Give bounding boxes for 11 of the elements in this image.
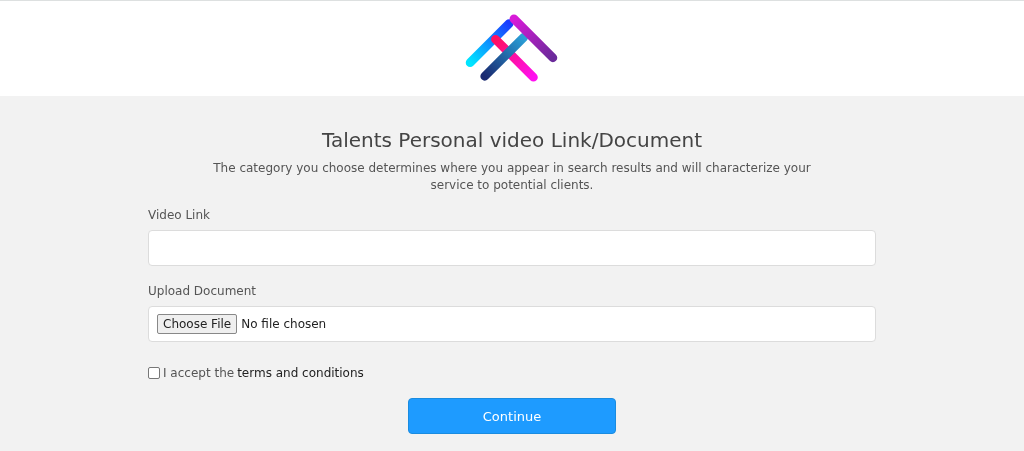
field-label: Upload Document — [148, 284, 258, 298]
page-description: The category you choose determines where you appear in search results and will characterize your service to potential clients. — [212, 160, 812, 194]
file-upload-field[interactable]: Choose File No file chosen — [148, 306, 876, 342]
file-status: No file chosen — [241, 317, 327, 331]
video-link-field[interactable] — [148, 230, 876, 266]
page-title: Talents Personal video Link/Document — [322, 128, 702, 152]
terms-text: I accept the — [163, 366, 235, 380]
choose-file-button[interactable]: Choose File — [157, 314, 238, 334]
terms-link[interactable]: terms and conditions — [237, 366, 364, 380]
terms-checkbox[interactable] — [148, 367, 160, 379]
field-label: Video Link — [148, 208, 211, 222]
